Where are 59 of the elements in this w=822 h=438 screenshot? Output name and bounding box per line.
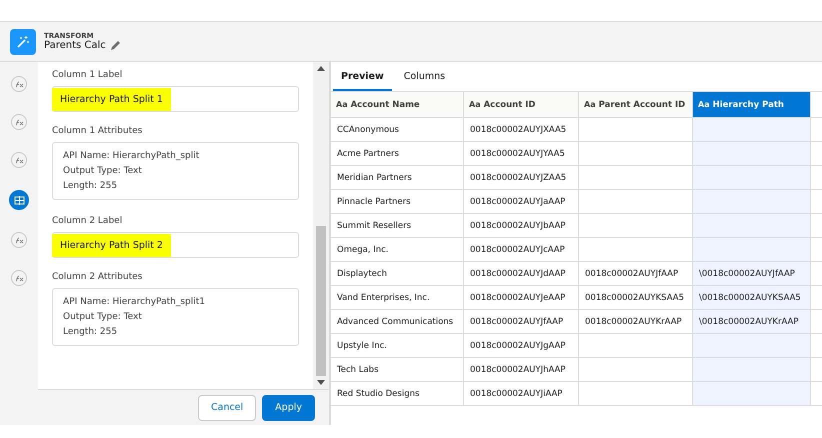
table-cell: Vand Enterprises, Inc. (331, 286, 464, 310)
formula-step-icon[interactable] (11, 76, 27, 92)
table-cell: Pinnacle Partners (331, 190, 464, 214)
text-input-field[interactable]: Hierarchy Path Split 1 (52, 86, 299, 112)
column-header[interactable]: Aa Parent Account ID (579, 92, 693, 118)
table-cell: CCAnonymous (331, 118, 464, 142)
table-cell: Tech Labs (331, 358, 464, 382)
table-cell: Omega, Inc. (331, 238, 464, 262)
attribute-text: Length: 255 (63, 181, 118, 191)
field-label: Column 1 Attributes (52, 126, 144, 136)
formula-step-icon[interactable] (11, 152, 27, 168)
table-cell: Summit Resellers (331, 214, 464, 238)
table-cell: Upstyle Inc. (331, 334, 464, 358)
attribute-text: Output Type: Text (63, 312, 143, 322)
table-cell: 0018c00002AUYJfAAP (579, 262, 693, 286)
table-cell: 0018c00002AUYKSAA5 (579, 286, 693, 310)
table-cell: 0018c00002AUYJbAAP (464, 214, 579, 238)
field-label: Column 1 Label (52, 70, 124, 80)
table-cell: 0018c00002AUYJiAAP (464, 382, 579, 406)
text-input-field[interactable]: Hierarchy Path Split 2 (52, 232, 299, 258)
cancel-button[interactable]: Cancel (198, 394, 256, 420)
table-cell: 0018c00002AUYJgAAP (464, 334, 579, 358)
table-cell: \0018c00002AUYJfAAP (693, 262, 811, 286)
column-header[interactable]: Aa Hierarchy Path (693, 92, 811, 118)
table-cell: Red Studio Designs (331, 382, 464, 406)
split-step-icon[interactable] (9, 190, 29, 210)
table-cell: Displaytech (331, 262, 464, 286)
table-cell: 0018c00002AUYJZAA5 (464, 166, 579, 190)
table-cell: 0018c00002AUYKrAAP (579, 310, 693, 334)
formula-step-icon[interactable] (11, 270, 27, 286)
table-cell: 0018c00002AUYJdAAP (464, 262, 579, 286)
table-cell: \0018c00002AUYKrAAP (693, 310, 811, 334)
table-cell: 0018c00002AUYJeAAP (464, 286, 579, 310)
table-cell: 0018c00002AUYJfAAP (464, 310, 579, 334)
table-cell: 0018c00002AUYJXAA5 (464, 118, 579, 142)
tab[interactable]: Columns (396, 71, 454, 91)
apply-button[interactable]: Apply (262, 394, 315, 420)
edit-icon[interactable] (110, 40, 121, 51)
column-header[interactable]: Aa Account Name (331, 92, 464, 118)
node-title: Parents Calc (44, 40, 106, 51)
table-cell: 0018c00002AUYJcAAP (464, 238, 579, 262)
table-cell: Advanced Communications (331, 310, 464, 334)
magic-wand-icon (16, 34, 30, 48)
table-cell: 0018c00002AUYJhAAP (464, 358, 579, 382)
table-cell: 0018c00002AUYJaAAP (464, 190, 579, 214)
field-label: Column 2 Label (52, 216, 124, 226)
attribute-text: Output Type: Text (63, 166, 143, 176)
field-label: Column 2 Attributes (52, 272, 144, 282)
table-cell: Meridian Partners (331, 166, 464, 190)
attribute-text: API Name: HierarchyPath_split1 (63, 297, 206, 307)
table-cell: 0018c00002AUYJYAA5 (464, 142, 579, 166)
formula-step-icon[interactable] (11, 232, 27, 248)
attribute-text: API Name: HierarchyPath_split (63, 151, 200, 161)
table-cell: Acme Partners (331, 142, 464, 166)
column-header[interactable]: Aa Account ID (464, 92, 579, 118)
attribute-text: Length: 255 (63, 327, 118, 337)
formula-step-icon[interactable] (11, 114, 27, 130)
scrollbar[interactable] (313, 62, 329, 389)
table-cell: \0018c00002AUYKSAA5 (693, 286, 811, 310)
